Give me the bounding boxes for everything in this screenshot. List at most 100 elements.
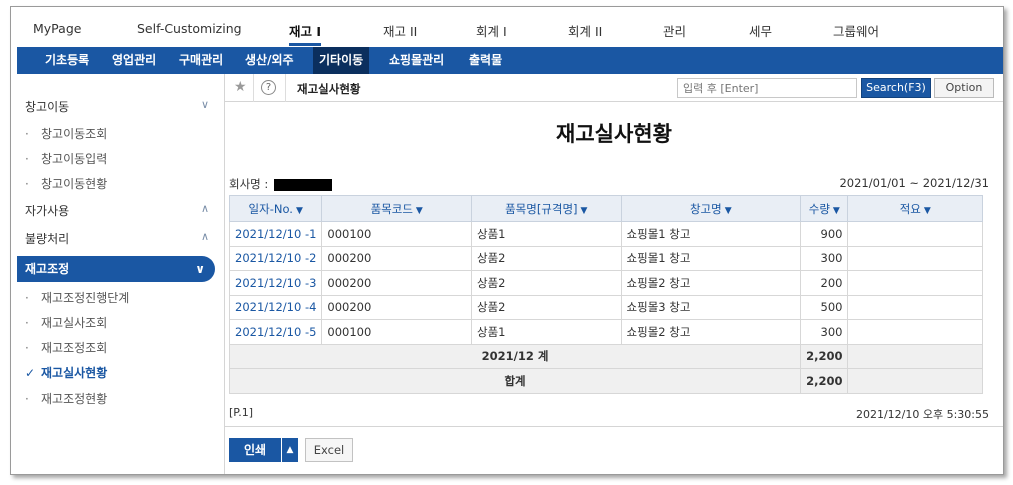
cell-date-no[interactable]: 2021/12/10 -2 — [228, 245, 323, 271]
sidebar-item-label: 창고이동입력 — [41, 152, 108, 166]
print-dropdown-button[interactable]: ▲ — [282, 438, 298, 462]
sort-down-icon: ▼ — [724, 205, 732, 216]
table-row: 2021/12/10 -4 000200 상품2 쇼핑몰3 창고 500 — [228, 294, 983, 320]
column-header-label: 창고명 — [689, 201, 722, 216]
cell-item-code: 000100 — [321, 221, 472, 247]
sidebar-item-adjust-status[interactable]: · 재고조정현황 — [25, 390, 107, 407]
column-header-item-code[interactable]: 품목코드 ▼ — [321, 195, 472, 222]
top-menu-self-customizing[interactable]: Self-Customizing — [137, 21, 242, 36]
print-button[interactable]: 인쇄 — [229, 438, 281, 462]
content-toolbar: ★ ? 재고실사현황 Search(F3) Option — [225, 74, 1003, 102]
sub-menu-other-moves[interactable]: 기타이동 — [313, 47, 370, 74]
cell-item-code: 000100 — [321, 319, 472, 345]
bullet-icon: · — [25, 152, 29, 166]
cell-item-code: 000200 — [321, 270, 472, 296]
bullet-icon: · — [25, 392, 29, 406]
bullet-icon: · — [25, 291, 29, 305]
help-icon[interactable]: ? — [261, 80, 276, 95]
sidebar-group-stock-move[interactable]: 창고이동 ∨ — [25, 98, 215, 115]
sidebar-item-label: 재고실사현황 — [41, 366, 108, 380]
sub-menu-production[interactable]: 생산/외주 — [239, 47, 300, 74]
sort-down-icon: ▼ — [832, 205, 840, 216]
column-header-label: 품목명[규격명] — [505, 201, 578, 216]
star-icon[interactable]: ★ — [234, 79, 247, 95]
cell-warehouse: 쇼핑몰2 창고 — [620, 270, 802, 296]
column-header-qty[interactable]: 수량 ▼ — [800, 195, 849, 222]
cell-date-no[interactable]: 2021/12/10 -3 — [228, 270, 323, 296]
option-button[interactable]: Option — [934, 78, 994, 98]
divider — [225, 426, 1003, 427]
chevron-down-icon: ∨ — [195, 262, 205, 276]
excel-button[interactable]: Excel — [305, 438, 353, 462]
app-window: MyPage Self-Customizing 재고 I 재고 II 회계 I … — [10, 6, 1004, 475]
sidebar-item-stock-move-status[interactable]: · 창고이동현황 — [25, 175, 107, 192]
sidebar-item-label: 창고이동조회 — [41, 127, 108, 141]
top-menu-management[interactable]: 관리 — [663, 21, 686, 40]
cell-warehouse: 쇼핑몰1 창고 — [620, 245, 802, 271]
bullet-icon: · — [25, 127, 29, 141]
column-header-label: 일자-No. — [248, 201, 293, 216]
cell-warehouse: 쇼핑몰1 창고 — [620, 221, 802, 247]
top-menu-mypage[interactable]: MyPage — [33, 21, 81, 36]
cell-date-no[interactable]: 2021/12/10 -5 — [228, 319, 323, 345]
top-menu-inventory-1[interactable]: 재고 I — [289, 21, 322, 46]
sidebar-group-label: 불량처리 — [25, 232, 70, 246]
cell-memo — [847, 270, 983, 296]
sub-menu-basic-registration[interactable]: 기초등록 — [39, 47, 95, 74]
cell-date-no[interactable]: 2021/12/10 -1 — [228, 221, 323, 247]
page-number: [P.1] — [229, 406, 253, 419]
column-header-label: 품목코드 — [370, 201, 413, 216]
breadcrumb: 재고실사현황 — [297, 82, 361, 96]
sidebar-item-physical-count-inquiry[interactable]: · 재고실사조회 — [25, 314, 107, 331]
sidebar-group-label: 재고조정 — [25, 262, 70, 276]
sidebar-item-physical-count-status[interactable]: ✓ 재고실사현황 — [25, 364, 107, 381]
bullet-icon: · — [25, 316, 29, 330]
sort-down-icon: ▼ — [580, 205, 588, 216]
sidebar-item-stock-move-input[interactable]: · 창고이동입력 — [25, 150, 107, 167]
page-title: 재고실사현황 — [556, 122, 672, 146]
sidebar-item-adjust-progress[interactable]: · 재고조정진행단계 — [25, 289, 129, 306]
sub-menu-printouts[interactable]: 출력물 — [463, 47, 508, 74]
report-table: 일자-No. ▼ 품목코드 ▼ 품목명[규격명] ▼ 창고명 ▼ 수량 ▼ 적요 ▼ 202… — [228, 195, 983, 394]
chevron-up-icon: ∧ — [200, 202, 209, 215]
sidebar-item-stock-move-inquiry[interactable]: · 창고이동조회 — [25, 125, 107, 142]
search-input[interactable] — [677, 78, 857, 98]
column-header-label: 수량 — [808, 201, 830, 216]
top-menu-accounting-1[interactable]: 회계 I — [476, 21, 507, 40]
column-header-item-name[interactable]: 품목명[규격명] ▼ — [471, 195, 622, 222]
print-timestamp: 2021/12/10 오후 5:30:55 — [855, 408, 989, 421]
cell-date-no[interactable]: 2021/12/10 -4 — [228, 294, 323, 320]
check-icon: ✓ — [25, 366, 36, 380]
top-menu-groupware[interactable]: 그룹웨어 — [833, 21, 879, 40]
cell-item-name: 상품1 — [471, 221, 622, 247]
report-period: 2021/01/01 ~ 2021/12/31 — [839, 176, 989, 190]
top-menu-inventory-2[interactable]: 재고 II — [383, 21, 417, 40]
cell-memo — [847, 294, 983, 320]
cell-memo — [847, 221, 983, 247]
column-header-warehouse[interactable]: 창고명 ▼ — [620, 195, 802, 222]
sub-menu-sales[interactable]: 영업관리 — [106, 47, 162, 74]
search-button[interactable]: Search(F3) — [861, 78, 931, 98]
top-menu-accounting-2[interactable]: 회계 II — [568, 21, 602, 40]
total-label: 합계 — [228, 368, 802, 394]
column-header-memo[interactable]: 적요 ▼ — [847, 195, 983, 222]
cell-warehouse: 쇼핑몰3 창고 — [620, 294, 802, 320]
sub-menu-shopping-mall[interactable]: 쇼핑몰관리 — [383, 47, 450, 74]
table-row: 2021/12/10 -2 000200 상품2 쇼핑몰1 창고 300 — [228, 245, 983, 271]
cell-warehouse: 쇼핑몰2 창고 — [620, 319, 802, 345]
subtotal-label: 2021/12 계 — [228, 343, 802, 369]
sidebar-item-label: 재고조정조회 — [41, 341, 108, 355]
sidebar-item-label: 재고조정현황 — [41, 392, 108, 406]
sub-menu-purchase[interactable]: 구매관리 — [173, 47, 229, 74]
sidebar-group-adjust[interactable]: 재고조정 ∨ — [17, 256, 215, 282]
sidebar-item-label: 재고실사조회 — [41, 316, 108, 330]
sidebar-group-self-use[interactable]: 자가사용 ∧ — [25, 202, 215, 219]
cell-qty: 300 — [800, 319, 849, 345]
sidebar-item-adjust-inquiry[interactable]: · 재고조정조회 — [25, 339, 107, 356]
column-header-date-no[interactable]: 일자-No. ▼ — [228, 195, 323, 222]
cell-qty: 300 — [800, 245, 849, 271]
top-menu-tax[interactable]: 세무 — [749, 21, 772, 40]
sidebar-group-defect[interactable]: 불량처리 ∧ — [25, 230, 215, 247]
cell-memo — [847, 319, 983, 345]
sidebar-item-label: 창고이동현황 — [41, 177, 108, 191]
